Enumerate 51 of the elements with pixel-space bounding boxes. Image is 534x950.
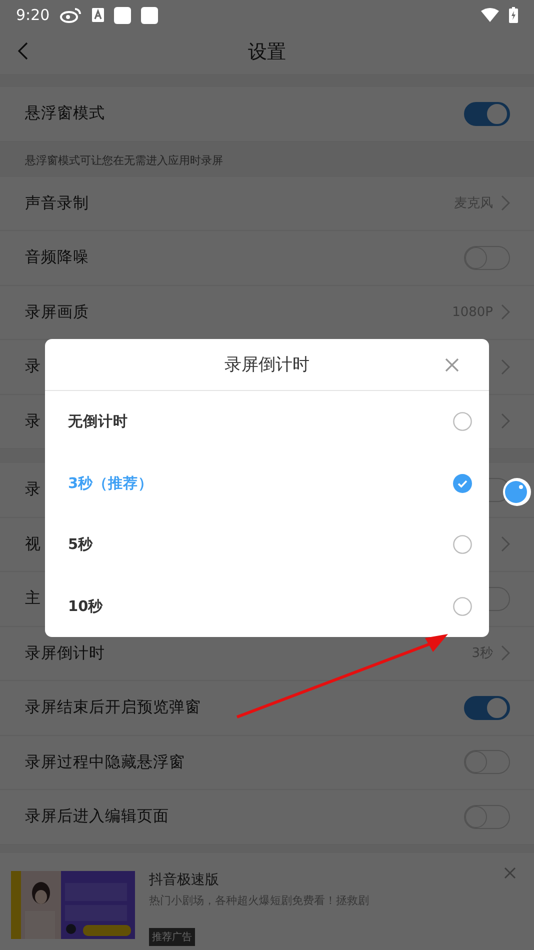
setting-label: 录屏画质 bbox=[25, 302, 89, 323]
settings-row[interactable]: 录屏过程中隐藏悬浮窗 bbox=[0, 736, 534, 790]
radio-icon[interactable] bbox=[453, 412, 472, 432]
toggle-switch[interactable] bbox=[464, 102, 510, 126]
setting-label: 音频降噪 bbox=[25, 247, 89, 268]
toggle-switch[interactable] bbox=[464, 696, 510, 720]
setting-label: 录屏过程中隐藏悬浮窗 bbox=[25, 752, 185, 773]
setting-label: 视 bbox=[25, 534, 41, 555]
app-icon bbox=[92, 8, 104, 22]
notification-icon bbox=[140, 6, 158, 24]
setting-label: 主 bbox=[25, 588, 41, 610]
chevron-icon bbox=[501, 304, 510, 320]
settings-row[interactable]: 音频降噪 bbox=[0, 231, 534, 286]
option-row[interactable]: 5秒 bbox=[45, 514, 489, 576]
notification-icon bbox=[114, 6, 131, 24]
close-icon[interactable] bbox=[504, 866, 516, 878]
chevron-icon bbox=[501, 536, 510, 552]
chevron-icon bbox=[501, 195, 510, 212]
option-label: 5秒 bbox=[68, 536, 94, 554]
page-title: 设置 bbox=[248, 40, 286, 65]
dialog-title: 录屏倒计时 bbox=[224, 354, 310, 376]
battery-icon bbox=[509, 7, 518, 23]
setting-label: 录 bbox=[25, 356, 41, 378]
chevron-icon bbox=[501, 413, 510, 430]
ad-tag: 推荐广告 bbox=[149, 928, 195, 946]
setting-description: 悬浮窗模式可让您在无需进入应用时录屏 bbox=[24, 152, 224, 168]
radio-icon[interactable] bbox=[453, 535, 472, 554]
ad-title: 抖音极速版 bbox=[149, 870, 220, 888]
setting-label: 录 bbox=[25, 479, 41, 500]
setting-label: 录 bbox=[25, 410, 41, 432]
option-row[interactable]: 3秒（推荐） bbox=[45, 452, 489, 514]
setting-label: 录屏倒计时 bbox=[25, 642, 105, 664]
option-row[interactable]: 无倒计时 bbox=[45, 391, 489, 452]
wifi-icon bbox=[481, 8, 499, 22]
setting-label: 悬浮窗模式 bbox=[25, 103, 105, 124]
radio-checked-icon[interactable] bbox=[453, 474, 472, 493]
setting-label: 声音录制 bbox=[25, 192, 89, 214]
option-label: 无倒计时 bbox=[68, 412, 128, 432]
close-icon[interactable] bbox=[445, 358, 459, 372]
setting-label: 录屏后进入编辑页面 bbox=[25, 806, 169, 828]
option-label: 10秒 bbox=[68, 598, 104, 616]
record-float-icon[interactable] bbox=[502, 477, 532, 507]
radio-icon[interactable] bbox=[453, 596, 472, 616]
chevron-icon bbox=[501, 358, 510, 375]
settings-row[interactable]: 悬浮窗模式 bbox=[0, 87, 534, 142]
settings-row[interactable]: 录屏结束后开启预览弹窗 bbox=[0, 681, 534, 736]
option-label: 3秒（推荐） bbox=[68, 474, 154, 493]
setting-label: 录屏结束后开启预览弹窗 bbox=[25, 697, 201, 718]
settings-row[interactable]: 录屏后进入编辑页面 bbox=[0, 790, 534, 844]
chevron-icon bbox=[501, 645, 510, 662]
status-time: 9:20 bbox=[16, 6, 50, 24]
